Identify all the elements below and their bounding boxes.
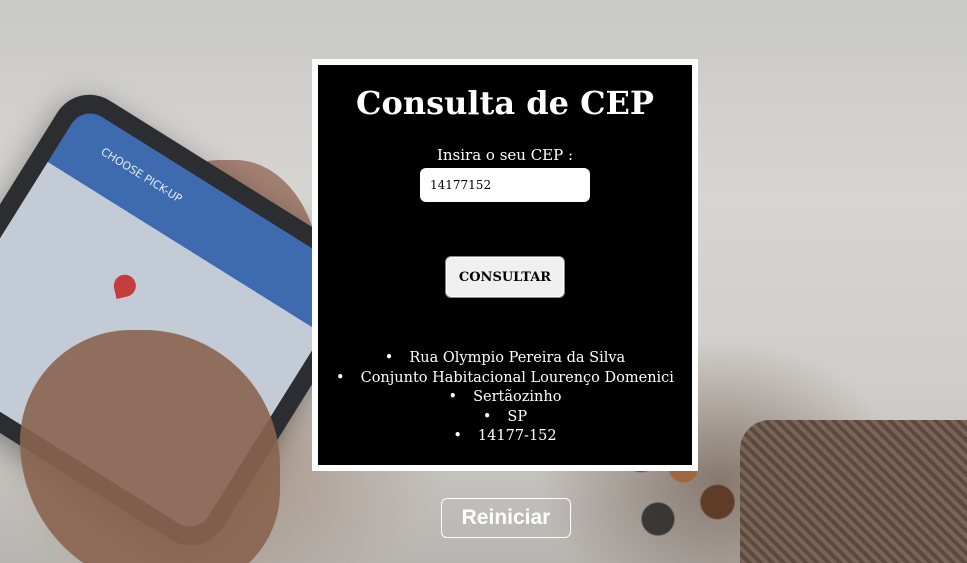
cep-label: Insira o seu CEP :	[436, 146, 574, 164]
result-cep: 14177-152	[318, 427, 692, 447]
cep-input[interactable]	[420, 168, 590, 202]
result-state: SP	[318, 408, 692, 428]
background-sleeve	[740, 420, 967, 563]
map-pin-icon	[111, 272, 139, 299]
cep-card: Consulta de CEP Insira o seu CEP : CONSU…	[312, 59, 698, 471]
results-list: Rua Olympio Pereira da Silva Conjunto Ha…	[318, 349, 692, 447]
consultar-button[interactable]: CONSULTAR	[445, 256, 565, 298]
result-city: Sertãozinho	[318, 388, 692, 408]
result-neighborhood: Conjunto Habitacional Lourenço Domenici	[318, 369, 692, 389]
reiniciar-button[interactable]: Reiniciar	[441, 498, 571, 538]
page-title: Consulta de CEP	[356, 84, 654, 122]
result-street: Rua Olympio Pereira da Silva	[318, 349, 692, 369]
phone-screen-label: CHOOSE PICK-UP	[98, 145, 185, 206]
